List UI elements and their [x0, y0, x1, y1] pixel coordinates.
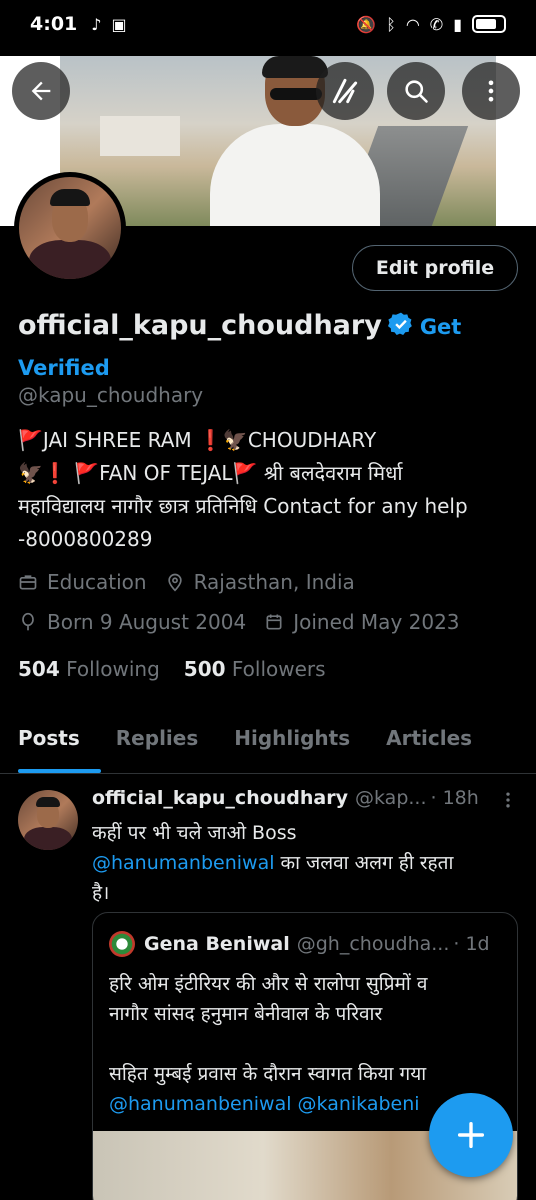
grok-button[interactable]	[316, 62, 374, 120]
profile-bio: 🚩JAI SHREE RAM ❗🦅CHOUDHARY 🦅❗ 🚩FAN OF TE…	[18, 424, 523, 556]
back-button[interactable]	[12, 62, 70, 120]
compose-post-button[interactable]	[429, 1093, 513, 1177]
follow-stats: 504 Following 500 Followers	[18, 657, 326, 681]
more-vertical-icon	[506, 792, 510, 808]
search-button[interactable]	[387, 62, 445, 120]
tab-posts[interactable]: Posts	[0, 714, 101, 773]
status-time: 4:01	[30, 13, 78, 35]
status-bar: 4:01 ♪ ▣ 🔕 ᛒ ◠ ✆ ▮	[0, 0, 536, 48]
red-flag-icon: 🚩	[232, 461, 258, 485]
post-author-name[interactable]: official_kapu_choudhary	[92, 787, 348, 809]
bio-line-2: ❗	[42, 461, 75, 485]
music-note-icon: ♪	[91, 14, 102, 34]
red-flag-icon: 🚩	[74, 461, 100, 485]
plus-icon	[457, 1121, 485, 1149]
quote-text: हरि ओम इंटीरियर की और से रालोपा सुप्रिमो…	[109, 973, 428, 1115]
bluetooth-icon: ᛒ	[386, 14, 396, 34]
call-icon: ✆	[429, 14, 444, 34]
quote-author-handle: @gh_choudha...	[296, 933, 450, 955]
red-flag-icon: 🚩	[18, 428, 43, 452]
calendar-icon	[266, 614, 282, 630]
bio-line-4: -8000800289	[18, 527, 153, 551]
bio-line-3: महाविद्यालय नागौर छात्र प्रतिनिधि Contac…	[18, 494, 468, 518]
battery-icon	[472, 15, 506, 33]
post-author-avatar[interactable]	[18, 790, 78, 850]
bio-line-1: JAI SHREE RAM ❗🦅CHOUDHARY	[42, 428, 377, 452]
more-options-button[interactable]	[462, 62, 520, 120]
location-pin-icon	[167, 573, 182, 592]
bio-line-2b: FAN OF TEJAL	[99, 461, 233, 485]
mention-link[interactable]: @hanumanbeniwal	[92, 852, 275, 874]
signal-icon: ▮	[453, 14, 462, 34]
wifi-icon: ◠	[405, 14, 420, 34]
post-time: · 18h	[430, 787, 479, 809]
briefcase-icon	[19, 575, 37, 590]
eagle-icon: 🦅	[18, 461, 43, 485]
edit-profile-button[interactable]: Edit profile	[352, 245, 518, 291]
quote-time: · 1d	[453, 933, 490, 955]
profile-meta-row-1: Education Rajasthan, India	[18, 570, 373, 594]
verified-badge-icon	[387, 312, 412, 336]
tab-highlights[interactable]: Highlights	[216, 714, 368, 773]
profile-tabs: Posts Replies Highlights Articles	[0, 714, 536, 774]
profile-meta-row-2: Born 9 August 2004 Joined May 2023	[18, 610, 478, 634]
quote-author-avatar	[109, 931, 135, 957]
notification-icon: ▣	[111, 14, 127, 34]
profile-birthdate: Born 9 August 2004	[47, 610, 247, 634]
tab-replies[interactable]: Replies	[98, 714, 216, 773]
post-author-handle[interactable]: @kap...	[355, 787, 427, 809]
quote-author-name: Gena Beniwal	[144, 933, 290, 955]
balloon-icon	[22, 612, 34, 631]
followers-link[interactable]: 500 Followers	[184, 657, 326, 681]
quote-header: Gena Beniwal @gh_choudha... · 1d	[109, 931, 509, 957]
post-header: official_kapu_choudhary @kap... · 18h	[92, 787, 512, 809]
mute-icon: 🔕	[356, 14, 377, 34]
profile-joined-date: Joined May 2023	[293, 610, 460, 634]
display-name: official_kapu_choudhary	[18, 310, 382, 341]
profile-category: Education	[47, 570, 147, 594]
profile-handle: @kapu_choudhary	[18, 383, 204, 407]
tab-articles[interactable]: Articles	[368, 714, 490, 773]
search-icon	[405, 80, 428, 103]
post-more-button[interactable]	[498, 790, 518, 815]
grok-icon	[332, 78, 358, 104]
profile-avatar[interactable]	[14, 172, 126, 284]
more-vertical-icon	[488, 80, 494, 102]
profile-location: Rajasthan, India	[193, 570, 355, 594]
post-text[interactable]: कहीं पर भी चले जाओ Boss @hanumanbeniwal …	[92, 818, 512, 908]
following-link[interactable]: 504 Following	[18, 657, 160, 681]
bio-line-2c: श्री बलदेवराम मिर्धा	[257, 461, 403, 485]
arrow-left-icon	[31, 81, 51, 101]
profile-name-block: official_kapu_choudhary Get Verified	[18, 306, 523, 388]
